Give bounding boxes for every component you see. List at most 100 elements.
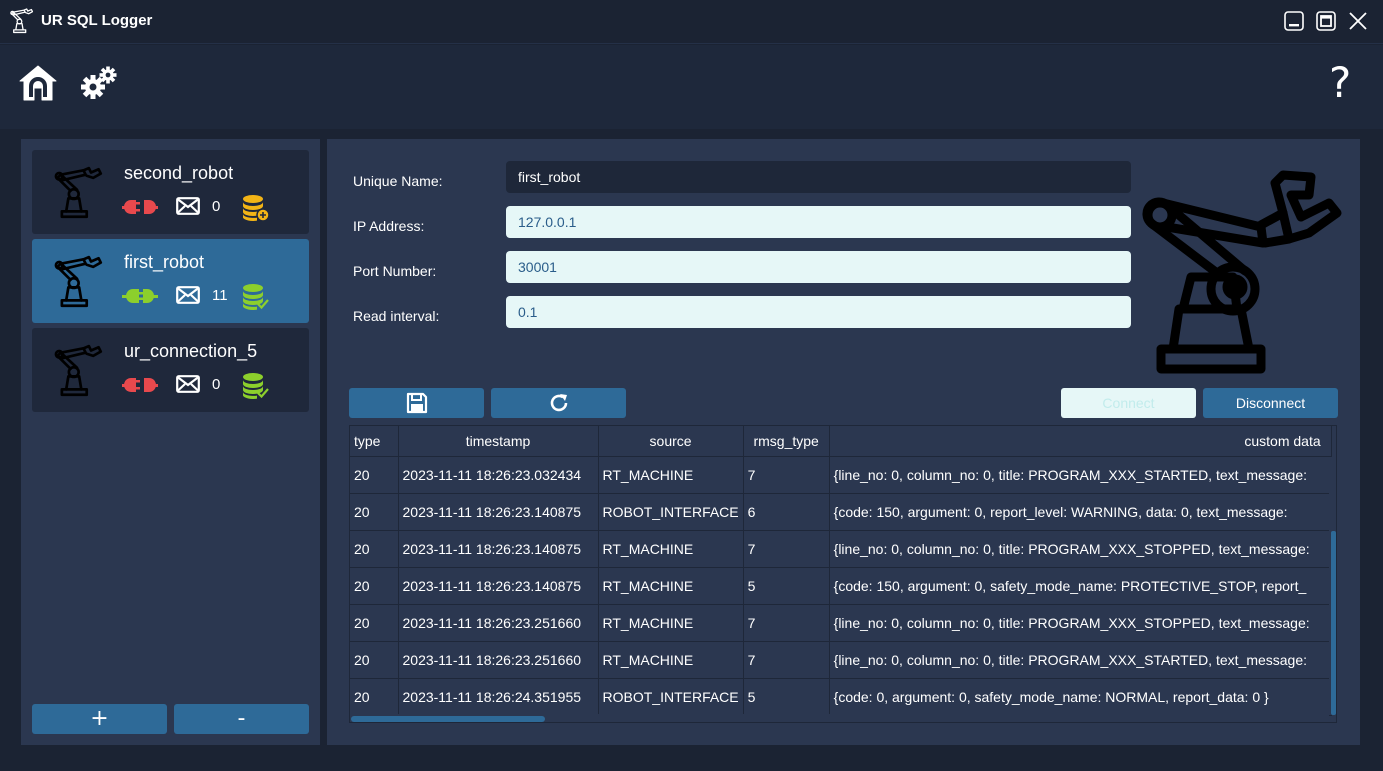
connection-card-second-robot[interactable]: second_robot 0 (32, 150, 309, 234)
cell-type: 20 (350, 493, 399, 531)
cell-rmsg-type: 5 (743, 567, 830, 605)
table-row[interactable]: 20 2023-11-11 18:26:23.140875 RT_MACHINE… (350, 567, 1332, 605)
ip-address-label: IP Address: (353, 218, 425, 234)
save-button[interactable] (349, 388, 484, 418)
cell-timestamp: 2023-11-11 18:26:24.351955 (398, 678, 599, 716)
cell-source: RT_MACHINE (598, 530, 744, 568)
minimize-icon[interactable] (1283, 10, 1305, 32)
cell-rmsg-type: 6 (743, 493, 830, 531)
table-row[interactable]: 20 2023-11-11 18:26:23.140875 ROBOT_INTE… (350, 493, 1332, 531)
connection-name: second_robot (124, 163, 234, 183)
cell-source: ROBOT_INTERFACE (598, 493, 744, 531)
horizontal-scroll-thumb[interactable] (351, 716, 545, 722)
robot-arm-icon (1142, 170, 1342, 374)
disconnect-button[interactable]: Disconnect (1203, 388, 1338, 418)
cell-custom-data: {code: 150, argument: 0, safety_mode_nam… (829, 567, 1332, 605)
table-row[interactable]: 20 2023-11-11 18:26:24.351955 ROBOT_INTE… (350, 678, 1332, 716)
cell-custom-data: {line_no: 0, column_no: 0, title: PROGRA… (829, 456, 1332, 494)
cell-type: 20 (350, 641, 399, 679)
cell-timestamp: 2023-11-11 18:26:23.140875 (398, 493, 599, 531)
cell-rmsg-type: 7 (743, 604, 830, 642)
cell-source: RT_MACHINE (598, 567, 744, 605)
gears-icon[interactable] (80, 66, 118, 100)
database-icon (242, 283, 269, 311)
cell-custom-data: {line_no: 0, column_no: 0, title: PROGRA… (829, 641, 1332, 679)
plug-icon (122, 374, 158, 396)
database-icon (242, 372, 269, 400)
connect-button[interactable]: Connect (1061, 388, 1196, 418)
port-number-label: Port Number: (353, 263, 437, 279)
cell-source: ROBOT_INTERFACE (598, 678, 744, 716)
table-row[interactable]: 20 2023-11-11 18:26:23.251660 RT_MACHINE… (350, 604, 1332, 642)
read-interval-label: Read interval: (353, 308, 440, 324)
connection-card-ur-connection-5[interactable]: ur_connection_5 0 (32, 328, 309, 412)
refresh-icon (550, 394, 567, 412)
message-count: 0 (212, 198, 221, 215)
connection-detail-panel: Unique Name: first_robot IP Address: 127… (327, 139, 1360, 745)
cell-type: 20 (350, 604, 399, 642)
cell-source: RT_MACHINE (598, 641, 744, 679)
table-row[interactable]: 20 2023-11-11 18:26:23.251660 RT_MACHINE… (350, 641, 1332, 679)
message-count: 0 (212, 376, 221, 393)
toolbar: ? (0, 45, 1383, 129)
connection-card-first-robot[interactable]: first_robot 11 (32, 239, 309, 323)
save-icon (406, 392, 427, 414)
cell-timestamp: 2023-11-11 18:26:23.251660 (398, 641, 599, 679)
connection-list: second_robot 0 first_robot 11 ur_connect… (21, 139, 320, 745)
plug-icon (122, 196, 158, 218)
robot-arm-icon (50, 166, 104, 220)
envelope-icon (176, 197, 200, 215)
add-connection-button[interactable]: + (32, 704, 167, 734)
ip-address-field[interactable]: 127.0.0.1 (506, 206, 1131, 238)
robot-arm-icon (8, 8, 34, 34)
column-header-type[interactable]: type (350, 426, 399, 457)
table-row[interactable]: 20 2023-11-11 18:26:23.032434 RT_MACHINE… (350, 456, 1332, 494)
remove-connection-button[interactable]: - (174, 704, 309, 734)
app-title: UR SQL Logger (41, 12, 153, 29)
message-count: 11 (212, 287, 228, 304)
vertical-scroll-thumb[interactable] (1331, 531, 1336, 715)
vertical-scrollbar[interactable] (1329, 457, 1336, 715)
unique-name-label: Unique Name: (353, 173, 443, 189)
plug-icon (122, 289, 158, 303)
message-log-table[interactable]: type timestamp source rmsg_type custom d… (349, 425, 1337, 723)
port-number-field[interactable]: 30001 (506, 251, 1131, 283)
envelope-icon (176, 286, 200, 304)
column-header-rmsg-type[interactable]: rmsg_type (743, 426, 830, 457)
horizontal-scrollbar[interactable] (350, 714, 1329, 722)
column-header-source[interactable]: source (598, 426, 744, 457)
close-icon[interactable] (1347, 10, 1369, 32)
unique-name-field[interactable]: first_robot (506, 161, 1131, 193)
maximize-icon[interactable] (1315, 10, 1337, 32)
column-header-custom-data[interactable]: custom data (829, 426, 1332, 457)
connection-name: ur_connection_5 (124, 341, 258, 361)
home-icon[interactable] (19, 64, 57, 102)
cell-type: 20 (350, 456, 399, 494)
cell-timestamp: 2023-11-11 18:26:23.140875 (398, 530, 599, 568)
cell-custom-data: {line_no: 0, column_no: 0, title: PROGRA… (829, 530, 1332, 568)
table-row[interactable]: 20 2023-11-11 18:26:23.140875 RT_MACHINE… (350, 530, 1332, 568)
robot-arm-icon (50, 344, 104, 398)
table-header-row: type timestamp source rmsg_type custom d… (350, 426, 1332, 457)
cell-custom-data: {code: 150, argument: 0, report_level: W… (829, 493, 1332, 531)
read-interval-field[interactable]: 0.1 (506, 296, 1131, 328)
title-bar: UR SQL Logger (0, 0, 1383, 44)
cell-custom-data: {code: 0, argument: 0, safety_mode_name:… (829, 678, 1332, 716)
cell-type: 20 (350, 530, 399, 568)
robot-arm-icon (50, 255, 104, 309)
cell-rmsg-type: 7 (743, 530, 830, 568)
help-icon[interactable]: ? (1329, 60, 1351, 106)
cell-custom-data: {line_no: 0, column_no: 0, title: PROGRA… (829, 604, 1332, 642)
envelope-icon (176, 375, 200, 393)
cell-timestamp: 2023-11-11 18:26:23.032434 (398, 456, 599, 494)
column-header-timestamp[interactable]: timestamp (398, 426, 599, 457)
cell-type: 20 (350, 567, 399, 605)
cell-timestamp: 2023-11-11 18:26:23.140875 (398, 567, 599, 605)
cell-rmsg-type: 7 (743, 641, 830, 679)
refresh-button[interactable] (491, 388, 626, 418)
cell-timestamp: 2023-11-11 18:26:23.251660 (398, 604, 599, 642)
database-icon (242, 194, 270, 222)
connection-name: first_robot (124, 252, 205, 272)
cell-type: 20 (350, 678, 399, 716)
cell-source: RT_MACHINE (598, 456, 744, 494)
